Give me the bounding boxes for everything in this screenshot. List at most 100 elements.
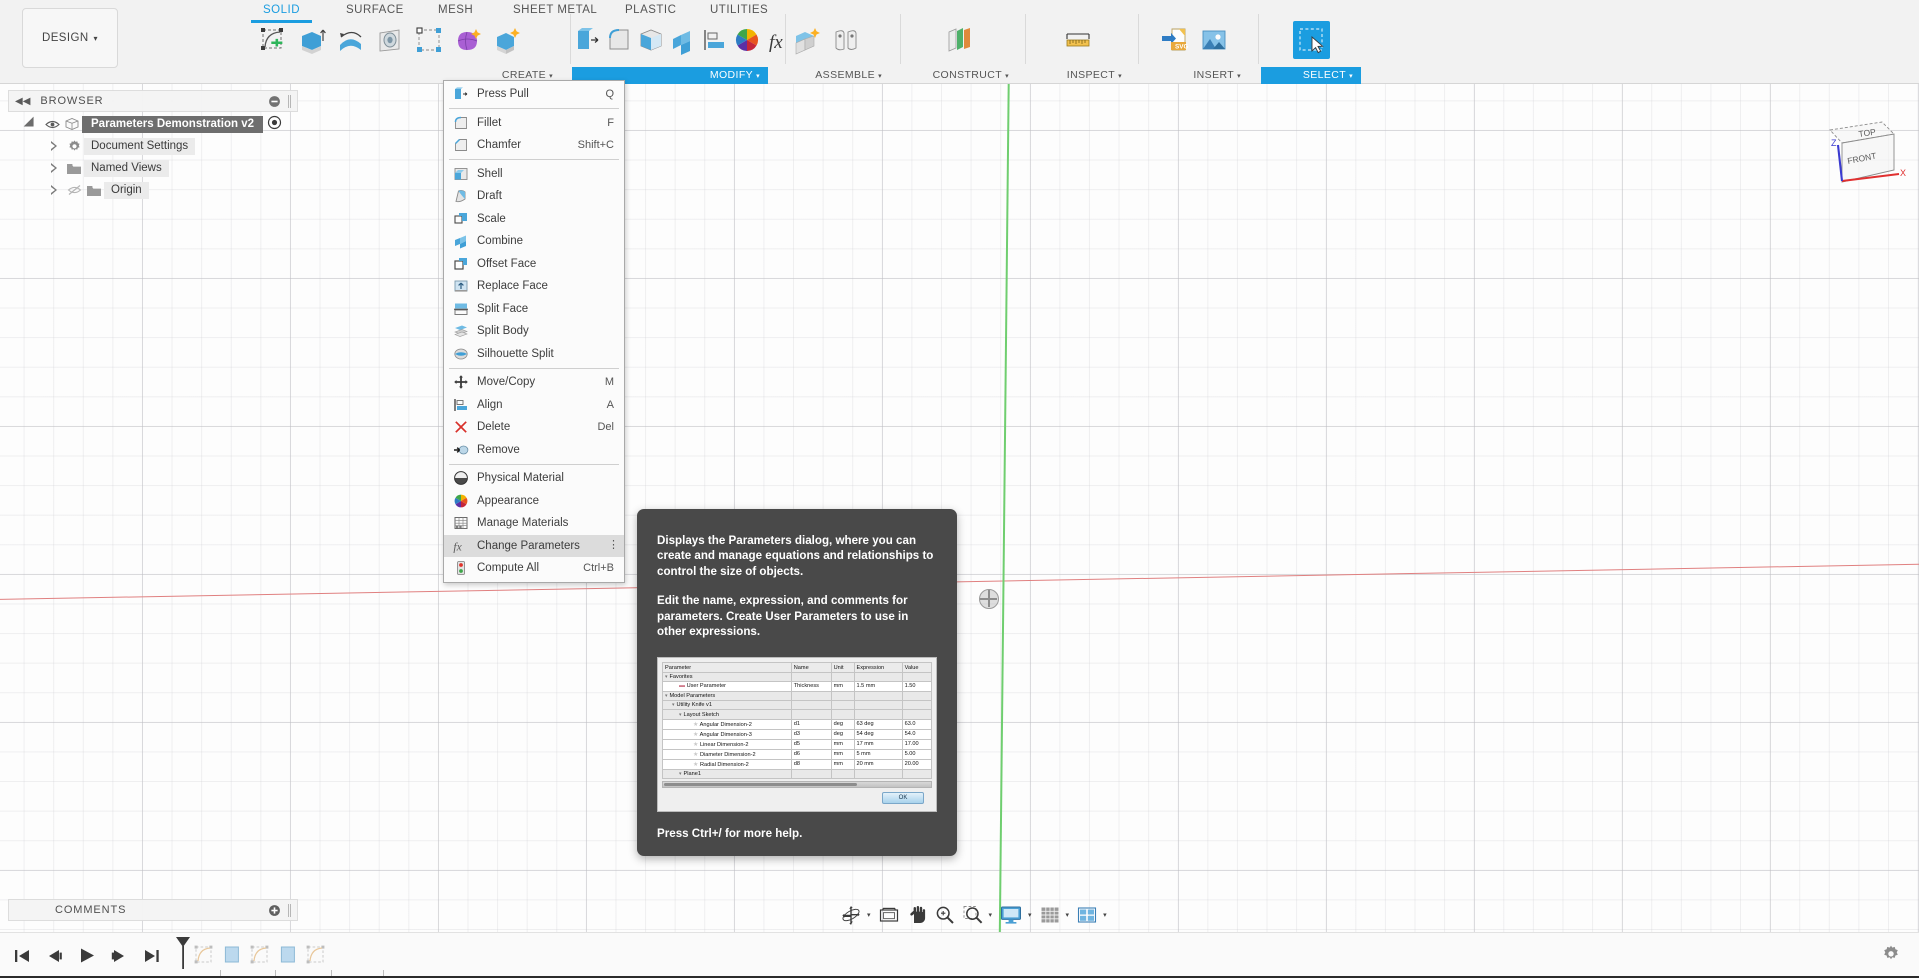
hole-icon[interactable] <box>371 21 408 59</box>
expand-arrow-icon[interactable] <box>22 117 42 131</box>
combine-icon[interactable] <box>668 21 698 59</box>
menu-item-silhouette-split[interactable]: Silhouette Split <box>444 343 624 366</box>
browser-item-named-views[interactable]: Named Views <box>8 158 298 178</box>
menu-item-split-body[interactable]: Split Body <box>444 320 624 343</box>
comments-panel-header[interactable]: COMMENTS <box>8 899 298 921</box>
zoom-icon[interactable] <box>932 902 958 928</box>
parameters-table-row[interactable]: ▾Model Parameters <box>663 691 932 700</box>
tab-utilities[interactable]: UTILITIES <box>710 4 768 16</box>
minus-circle-icon[interactable] <box>268 95 281 108</box>
timeline-feature-sketch[interactable] <box>306 944 327 968</box>
menu-item-fillet[interactable]: Fillet F <box>444 112 624 135</box>
menu-item-manage-materials[interactable]: Manage Materials <box>444 512 624 535</box>
grid-snap-icon[interactable] <box>1037 902 1063 928</box>
favorite-star-icon[interactable]: ★ <box>693 722 698 728</box>
measure-icon[interactable] <box>1060 21 1097 59</box>
parameters-table-row[interactable]: ▾Favorites <box>663 672 932 681</box>
tree-twisty-icon[interactable]: ▾ <box>665 693 668 699</box>
insert-svg-icon[interactable]: SVG <box>1156 21 1193 59</box>
canvas-icon[interactable] <box>1195 21 1232 59</box>
menu-item-overflow-icon[interactable]: ⋮ <box>608 542 618 549</box>
menu-item-shell[interactable]: Shell <box>444 163 624 186</box>
timeline-marker-icon[interactable] <box>174 936 192 975</box>
joint-icon[interactable] <box>827 21 864 59</box>
parameters-table-row[interactable]: ▬ User ParameterThicknessmm1.5 mm1.50 <box>663 682 932 691</box>
visibility-eye-off-icon[interactable] <box>64 184 84 196</box>
chevron-down-icon[interactable]: ▾ <box>1066 911 1070 919</box>
parameters-table-row[interactable]: ★ Linear Dimension-2d5mm17 mm17.00 <box>663 739 932 749</box>
tree-twisty-icon[interactable]: ▾ <box>672 702 675 708</box>
create-form-icon[interactable] <box>449 21 486 59</box>
go-to-end-icon[interactable] <box>143 948 160 964</box>
step-back-icon[interactable] <box>46 948 63 964</box>
revolve-icon[interactable] <box>332 21 369 59</box>
chevron-down-icon[interactable]: ▾ <box>989 911 993 919</box>
parameters-table-scrollbar[interactable] <box>662 781 932 788</box>
timeline-feature-sketch[interactable] <box>250 944 271 968</box>
parameters-table-row[interactable]: ★ Angular Dimension-2d1deg63 deg63.0 <box>663 719 932 729</box>
menu-item-align[interactable]: Align A <box>444 394 624 417</box>
chevron-down-icon[interactable]: ▾ <box>867 911 871 919</box>
step-forward-icon[interactable] <box>111 948 128 964</box>
favorite-star-icon[interactable]: ★ <box>693 732 698 738</box>
chevron-right-icon[interactable] <box>44 141 64 151</box>
browser-item-root[interactable]: Parameters Demonstration v2 <box>8 114 298 134</box>
menu-item-compute-all[interactable]: Compute All Ctrl+B <box>444 557 624 580</box>
gear-icon[interactable] <box>1881 944 1901 969</box>
pan-icon[interactable] <box>904 902 930 928</box>
origin-point-marker[interactable] <box>979 589 999 609</box>
chevron-right-icon[interactable] <box>44 163 64 173</box>
collapse-left-icon[interactable]: ◀◀ <box>15 96 30 107</box>
chevron-down-icon[interactable]: ▾ <box>1103 911 1107 919</box>
go-to-beginning-icon[interactable] <box>14 948 31 964</box>
tab-surface[interactable]: SURFACE <box>346 4 404 16</box>
parameters-table-row[interactable]: ★ Angular Dimension-3d3deg54 deg54.0 <box>663 729 932 739</box>
parameters-table-row[interactable]: ▾Utility Knife v1 <box>663 701 932 710</box>
browser-resize-grip[interactable] <box>288 95 291 108</box>
menu-item-split-face[interactable]: Split Face <box>444 298 624 321</box>
play-icon[interactable] <box>78 947 96 964</box>
press-pull-icon[interactable] <box>572 21 602 59</box>
tree-twisty-icon[interactable]: ▾ <box>679 771 682 777</box>
look-at-icon[interactable] <box>876 902 902 928</box>
tree-twisty-icon[interactable]: ▾ <box>665 674 668 680</box>
menu-item-physical-material[interactable]: Physical Material <box>444 467 624 490</box>
parameters-table-row[interactable]: ★ Radial Dimension-2d8mm20 mm20.00 <box>663 759 932 769</box>
menu-item-scale[interactable]: Scale <box>444 208 624 231</box>
display-settings-icon[interactable] <box>997 902 1025 928</box>
comments-resize-grip[interactable] <box>288 904 291 917</box>
tab-sheet-metal[interactable]: SHEET METAL <box>513 4 597 16</box>
panel-label-select[interactable]: SELECT▾ <box>1261 67 1361 84</box>
modify-dropdown-menu[interactable]: Press Pull Q Fillet F Chamfer Shift+C Sh… <box>443 80 625 583</box>
target-icon[interactable] <box>267 115 282 133</box>
menu-item-appearance[interactable]: Appearance <box>444 490 624 513</box>
parameters-table-row[interactable]: ★ Diameter Dimension-2d6mm5 mm5.00 <box>663 749 932 759</box>
visibility-eye-icon[interactable] <box>42 119 62 130</box>
fillet-icon[interactable] <box>604 21 634 59</box>
timeline-feature-sketch[interactable] <box>194 944 215 968</box>
browser-item-document-settings[interactable]: Document Settings <box>8 136 298 156</box>
menu-item-replace-face[interactable]: Replace Face <box>444 275 624 298</box>
rectangular-pattern-icon[interactable] <box>410 21 447 59</box>
timeline-feature-extrude[interactable] <box>222 944 243 968</box>
zoom-fit-icon[interactable] <box>960 902 986 928</box>
tab-mesh[interactable]: MESH <box>438 4 473 16</box>
view-cube[interactable]: TOP FRONT X Z <box>1812 112 1912 200</box>
browser-item-origin[interactable]: Origin <box>8 180 298 200</box>
menu-item-combine[interactable]: Combine <box>444 230 624 253</box>
favorite-star-icon[interactable]: ★ <box>693 742 698 748</box>
ok-button[interactable]: OK <box>882 792 924 804</box>
orbit-icon[interactable] <box>838 902 864 928</box>
offset-plane-icon[interactable] <box>941 21 978 59</box>
menu-item-delete[interactable]: Delete Del <box>444 416 624 439</box>
panel-label-inspect[interactable]: INSPECT▾ <box>1028 67 1128 84</box>
chevron-right-icon[interactable] <box>44 185 64 195</box>
create-sketch-icon[interactable] <box>254 21 291 59</box>
align-icon[interactable] <box>700 21 730 59</box>
tree-twisty-icon[interactable]: ▾ <box>679 712 682 718</box>
menu-item-change-parameters[interactable]: fx Change Parameters ⋮ <box>444 535 624 558</box>
parameters-table-row[interactable]: ▾Plane1 <box>663 769 932 778</box>
tab-solid[interactable]: SOLID <box>263 4 300 16</box>
menu-item-press-pull[interactable]: Press Pull Q <box>444 83 624 106</box>
viewports-icon[interactable] <box>1074 902 1100 928</box>
